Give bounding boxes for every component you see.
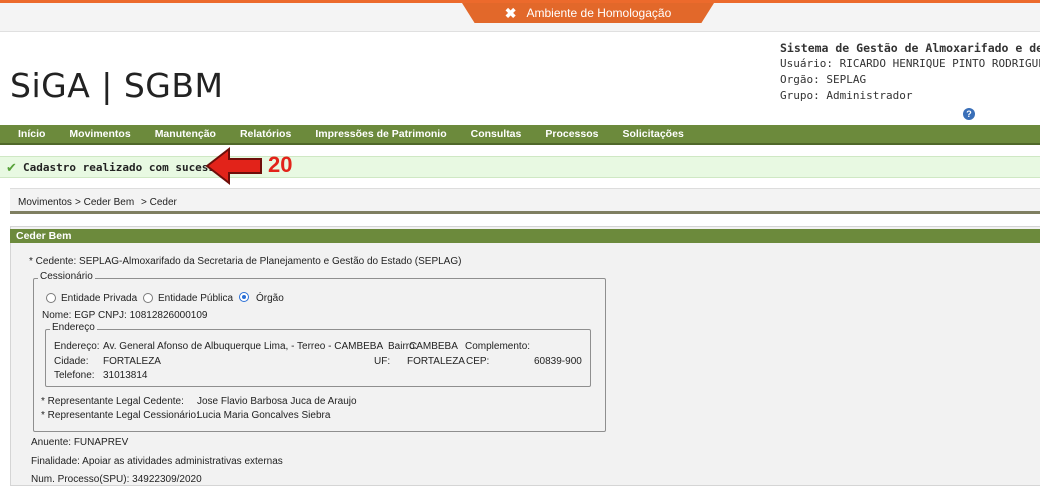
- complemento-label: Complemento:: [465, 341, 531, 352]
- annotation-arrow-icon: [205, 146, 262, 186]
- menu-item-consultas[interactable]: Consultas: [453, 128, 528, 140]
- success-banner: ✔ Cadastro realizado com sucesso.: [0, 156, 1040, 178]
- breadcrumb-item-ceder: > Ceder: [141, 197, 177, 208]
- success-message: Cadastro realizado com sucesso.: [23, 161, 229, 174]
- radio-label-entidade-publica: Entidade Pública: [158, 293, 234, 304]
- breadcrumb-item-ceder-bem[interactable]: > Ceder Bem: [75, 197, 134, 208]
- menu-item-processos[interactable]: Processos: [527, 128, 604, 140]
- endereco-label: Endereço:: [54, 341, 100, 352]
- menu-item-inicio[interactable]: Início: [0, 128, 51, 140]
- endereco-value: Av. General Afonso de Albuquerque Lima, …: [103, 341, 384, 352]
- system-title: Sistema de Gestão de Almoxarifado e de B…: [780, 41, 1040, 55]
- main-menu: Início Movimentos Manutenção Relatórios …: [0, 125, 1040, 145]
- orgao-info: Orgão: SEPLAG: [780, 73, 867, 86]
- panel-header: Ceder Bem: [10, 229, 1040, 243]
- check-icon: ✔: [6, 160, 17, 175]
- rep-cedente-label: * Representante Legal Cedente:: [41, 396, 184, 407]
- tools-icon: ✖: [504, 4, 517, 21]
- cessionario-nome: Nome: EGP CNPJ: 10812826000109: [42, 310, 208, 321]
- system-info: Sistema de Gestão de Almoxarifado e de B…: [780, 40, 1040, 104]
- menu-item-impressoes[interactable]: Impressões de Patrimonio: [297, 128, 452, 140]
- radio-entidade-privada[interactable]: [46, 293, 56, 303]
- cep-label: CEP:: [466, 356, 490, 367]
- processo-text: Num. Processo(SPU): 34922309/2020: [31, 474, 202, 485]
- cidade-label: Cidade:: [54, 356, 89, 367]
- panel-title: Ceder Bem: [16, 230, 72, 242]
- environment-label: Ambiente de Homologação: [526, 6, 672, 20]
- cidade-value: FORTALEZA: [103, 356, 161, 367]
- bairro-value: CAMBEBA: [409, 341, 458, 352]
- environment-tab: ✖ Ambiente de Homologação: [462, 3, 714, 23]
- radio-label-entidade-privada: Entidade Privada: [61, 293, 138, 304]
- menu-item-solicitacoes[interactable]: Solicitações: [605, 128, 690, 140]
- menu-item-relatorios[interactable]: Relatórios: [222, 128, 297, 140]
- radio-entidade-publica[interactable]: [143, 293, 153, 303]
- user-info: Usuário: RICARDO HENRIQUE PINTO RODRIGUE…: [780, 57, 1040, 70]
- help-icon[interactable]: ?: [963, 108, 975, 120]
- finalidade-text: Finalidade: Apoiar as atividades adminis…: [31, 456, 283, 467]
- breadcrumb-item-movimentos[interactable]: Movimentos: [18, 197, 72, 208]
- cessionario-legend: Cessionário: [38, 271, 95, 282]
- telefone-label: Telefone:: [54, 370, 95, 381]
- menu-item-manutencao[interactable]: Manutenção: [137, 128, 222, 140]
- endereco-legend: Endereço: [50, 322, 97, 333]
- rep-cessionario-label: * Representante Legal Cessionário:: [41, 410, 199, 421]
- telefone-value: 31013814: [103, 370, 148, 381]
- rep-cessionario-value: Lucia Maria Goncalves Siebra: [197, 410, 331, 421]
- cedente-text: * Cedente: SEPLAG-Almoxarifado da Secret…: [29, 256, 462, 267]
- radio-orgao[interactable]: [239, 292, 249, 302]
- annotation-number: 20: [268, 152, 293, 177]
- menu-item-movimentos[interactable]: Movimentos: [51, 128, 136, 140]
- uf-value: FORTALEZA: [407, 356, 465, 367]
- cep-value: 60839-900: [534, 356, 582, 367]
- rep-cedente-value: Jose Flavio Barbosa Juca de Araujo: [197, 396, 357, 407]
- app-logo: SiGA | SGBM: [10, 66, 224, 105]
- grupo-info: Grupo: Administrador: [780, 89, 913, 102]
- uf-label: UF:: [374, 356, 391, 367]
- breadcrumb: Movimentos > Ceder Bem > Ceder: [10, 188, 1040, 214]
- radio-label-orgao: Órgão: [256, 293, 284, 304]
- anuente-text: Anuente: FUNAPREV: [31, 437, 129, 448]
